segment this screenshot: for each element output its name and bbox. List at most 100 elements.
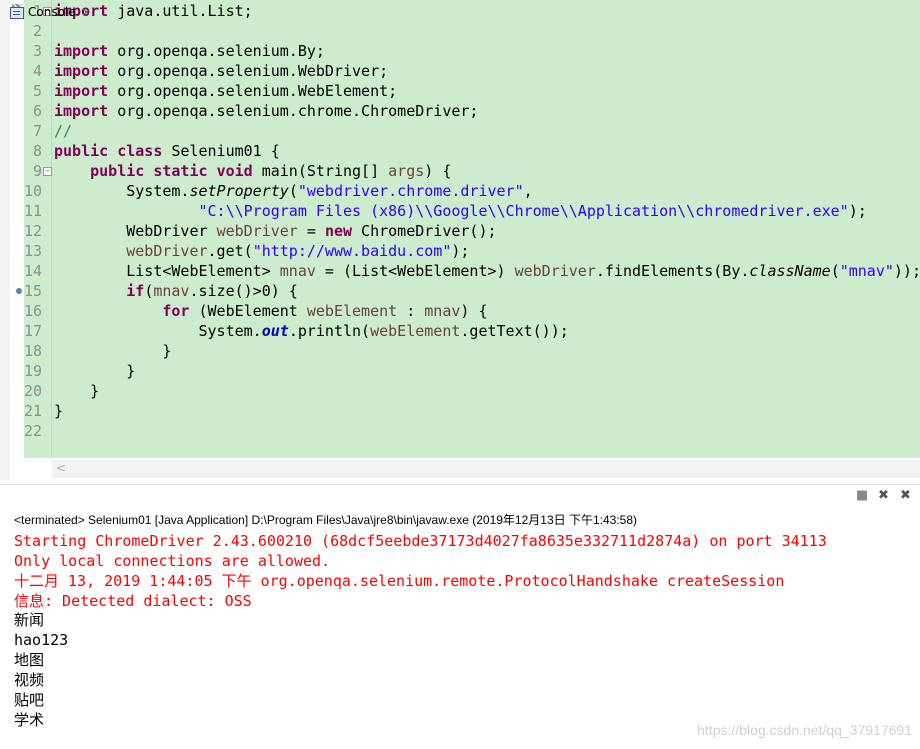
code-line-15: if(mnav.size()>0) { [54,281,298,301]
variable: mnav [424,302,461,320]
console-output-line: 信息: Detected dialect: OSS [14,592,252,610]
line-number: 21 [23,402,42,420]
line-number: 2 [32,22,42,40]
code-text: ( [144,282,154,300]
code-text: .findElements(By. [595,262,750,280]
line-number: 14 [23,262,42,280]
code-text: ); [451,242,470,260]
console-output-line: 贴吧 [14,691,45,709]
line-number: 13 [23,242,42,260]
console-output-line: hao123 [14,631,69,649]
static-method: className [749,262,831,280]
horizontal-scrollbar[interactable]: < [52,460,920,478]
line-number: 9 [32,162,42,180]
code-text: .println( [288,322,371,340]
string-literal: "http://www.baidu.com" [252,242,452,260]
keyword: class [117,142,163,160]
tab-console[interactable]: Console ✕ [10,1,91,23]
console-output-line: 视频 [14,671,45,689]
code-line-9: public static void main(String[] args) { [54,161,451,181]
code-line-5: import org.openqa.selenium.WebElement; [54,81,397,101]
console-output-line: 十二月 13, 2019 1:44:05 下午 org.openqa.selen… [14,572,785,590]
code-text: ) { [460,302,488,320]
variable: webElement [306,302,398,320]
code-text: org.openqa.selenium.chrome.ChromeDriver; [108,102,479,120]
line-number: 3 [32,42,42,60]
code-text: , [523,182,533,200]
static-field: out [261,322,289,340]
console-output-line: Starting ChromeDriver 2.43.600210 (68dcf… [14,532,827,550]
code-line-18: } [54,342,172,360]
variable: mnav [153,282,190,300]
line-number: 12 [23,222,42,240]
string-literal: "webdriver.chrome.driver" [297,182,524,200]
line-number: 5 [32,82,42,100]
code-text: : [397,302,425,320]
line-number: 20 [23,382,42,400]
code-line-4: import org.openqa.selenium.WebDriver; [54,61,388,81]
console-icon [10,6,24,19]
code-text: org.openqa.selenium.WebDriver; [108,62,389,80]
line-number: 4 [32,62,42,80]
code-text: org.openqa.selenium.By; [108,42,325,60]
code-line-12: WebDriver webDriver = new ChromeDriver()… [54,221,497,241]
stop-icon[interactable]: ■ [856,488,868,503]
line-number: 19 [23,362,42,380]
code-editor[interactable]: 1 2 3 4 5 6 7 8 9 10 11 12 13 14 15 16 1… [0,0,920,480]
close-icon[interactable]: ✕ [82,6,91,19]
code-text: org.openqa.selenium.WebElement; [108,82,398,100]
keyword: import [54,42,109,60]
code-text: ) { [424,162,452,180]
remove-launch-icon[interactable]: ✖ [878,488,889,503]
line-number: 22 [23,422,42,440]
line-number: 6 [32,102,42,120]
code-line-8: public class Selenium01 { [54,141,280,161]
code-line-3: import org.openqa.selenium.By; [54,41,325,61]
code-line-20: } [54,382,100,400]
code-text: (WebElement [189,302,307,320]
code-text: Selenium01 { [162,142,280,160]
variable: webDriver [216,222,298,240]
remove-all-icon[interactable]: ✖ [900,488,911,503]
code-text: ChromeDriver(); [352,222,497,240]
console-output-line: 学术 [14,711,45,729]
code-line-10: System.setProperty("webdriver.chrome.dri… [54,181,533,201]
code-text: .getText()); [460,322,569,340]
breakpoint-marker-icon[interactable] [16,288,22,294]
tab-console-label: Console [28,5,76,19]
variable: webDriver [126,242,208,260]
static-method: setProperty [189,182,289,200]
code-line-17: System.out.println(webElement.getText())… [54,321,569,341]
console-output-line: 地图 [14,651,45,669]
keyword: if [126,282,145,300]
code-text: System. [126,182,190,200]
scroll-left-icon[interactable]: < [56,461,66,475]
code-text: ( [288,182,298,200]
console-output-line: 新闻 [14,611,45,629]
code-line-13: webDriver.get("http://www.baidu.com"); [54,241,469,261]
code-text: ( [830,262,840,280]
watermark: https://blog.csdn.net/qq_37917691 [697,722,912,738]
code-text: List<WebElement> [126,262,280,280]
line-number: 10 [23,182,42,200]
console-tab-bar [0,484,920,509]
code-line-7: // [54,121,72,141]
fold-toggle-icon[interactable]: − [43,167,52,176]
keyword: static [153,162,208,180]
keyword: public [54,142,109,160]
code-text: ); [848,202,867,220]
code-line-19: } [54,362,136,380]
code-text: .get( [207,242,253,260]
keyword: import [54,102,109,120]
keyword: void [216,162,253,180]
variable: args [388,162,425,180]
code-line-16: for (WebElement webElement : mnav) { [54,301,488,321]
